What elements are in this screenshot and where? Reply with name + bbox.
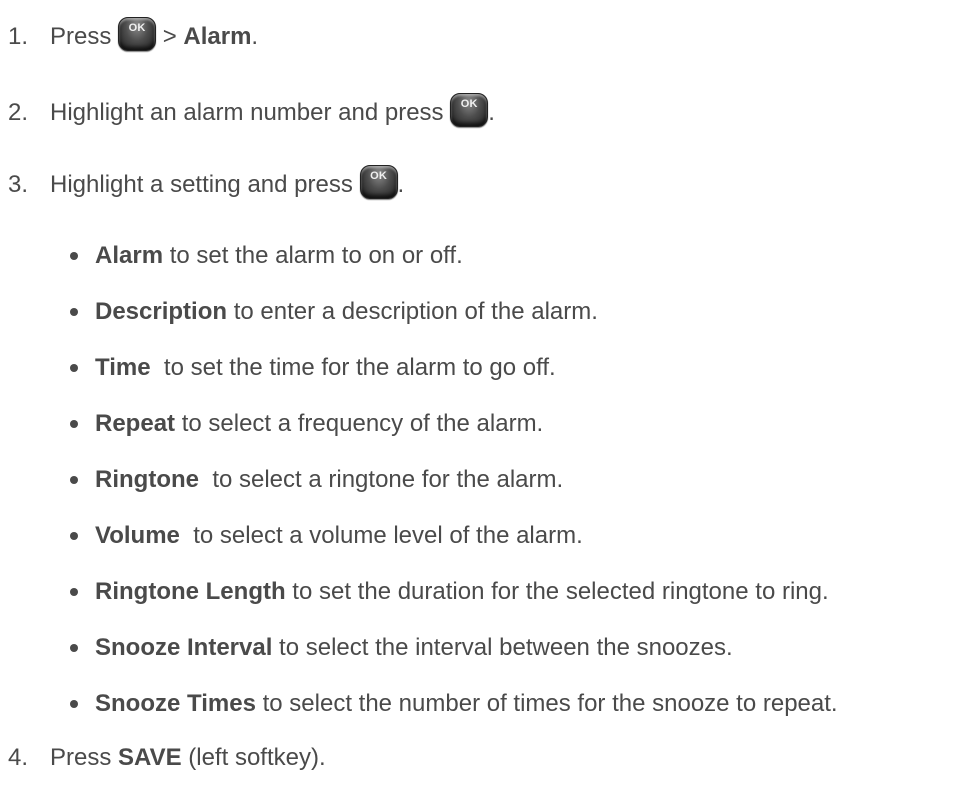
step-text-end: . xyxy=(251,23,259,50)
setting-desc: to select a frequency of the alarm. xyxy=(175,410,544,437)
setting-desc: to select the interval between the snooz… xyxy=(272,634,733,661)
step-text: Press xyxy=(50,744,119,771)
setting-desc: to enter a description of the alarm. xyxy=(227,298,598,325)
setting-term: Snooze Interval xyxy=(95,634,273,661)
setting-term: Volume xyxy=(95,522,180,549)
setting-item-time: Time to set the time for the alarm to go… xyxy=(70,348,556,388)
bullet-icon xyxy=(70,699,78,708)
bullet-icon xyxy=(70,531,78,540)
setting-item-ringtone: Ringtone to select a ringtone for the al… xyxy=(70,460,563,500)
step-text-end: . xyxy=(488,99,495,126)
step-1: 1. Press OK > Alarm. xyxy=(8,17,258,57)
ok-key-icon: OK xyxy=(359,165,398,199)
setting-desc: to select a ringtone for the alarm. xyxy=(198,466,564,493)
setting-term: Snooze Times xyxy=(95,690,256,717)
alarm-instructions: 1. Press OK > Alarm. 2. Highlight an alarm… xyxy=(0,0,974,792)
bullet-icon xyxy=(70,475,78,484)
bullet-icon xyxy=(70,251,78,260)
step-number: 4. xyxy=(8,744,29,771)
step-2: 2. Highlight an alarm number and press OK… xyxy=(8,93,495,133)
setting-desc: to set the alarm to on or off. xyxy=(163,242,463,269)
setting-item-snooze-interval: Snooze Interval to select the interval b… xyxy=(70,628,733,668)
setting-term: Description xyxy=(95,298,228,325)
bullet-icon xyxy=(70,643,78,652)
step-bold-term: Alarm xyxy=(183,23,252,50)
setting-term: Alarm xyxy=(95,242,164,269)
step-text-end: (left softkey). xyxy=(181,744,326,771)
setting-item-snooze-times: Snooze Times to select the number of tim… xyxy=(70,684,838,724)
setting-term: Ringtone xyxy=(95,466,199,493)
step-number: 1. xyxy=(8,23,29,50)
setting-desc: to set the time for the alarm to go off. xyxy=(150,354,556,381)
setting-item-ringtone-length: Ringtone Length to set the duration for … xyxy=(70,572,829,612)
setting-item-volume: Volume to select a volume level of the a… xyxy=(70,516,583,556)
bullet-icon xyxy=(70,363,78,372)
setting-term: Repeat xyxy=(95,410,176,437)
bullet-icon xyxy=(70,587,78,596)
step-number: 3. xyxy=(8,171,29,198)
setting-item-alarm: Alarm to set the alarm to on or off. xyxy=(70,236,463,276)
step-text-end: . xyxy=(397,171,405,198)
bullet-icon xyxy=(70,307,78,316)
step-separator: > xyxy=(156,23,184,50)
step-text: Highlight an alarm number and press xyxy=(50,99,444,126)
setting-desc: to select the number of times for the sn… xyxy=(255,690,838,717)
setting-item-repeat: Repeat to select a frequency of the alar… xyxy=(70,404,543,444)
step-number: 2. xyxy=(8,99,29,126)
bullet-icon xyxy=(70,419,78,428)
setting-desc: to select a volume level of the alarm. xyxy=(179,522,583,549)
setting-desc: to set the duration for the selected rin… xyxy=(285,578,829,605)
setting-item-description: Description to enter a description of th… xyxy=(70,292,598,332)
setting-term: Time xyxy=(95,354,151,381)
step-text: Press xyxy=(50,23,112,50)
step-3: 3. Highlight a setting and press OK. xyxy=(8,165,404,205)
setting-term: Ringtone Length xyxy=(95,578,286,605)
step-text: Highlight a setting and press xyxy=(50,171,353,198)
ok-key-icon: OK xyxy=(450,93,489,127)
step-bold-term: SAVE xyxy=(118,744,182,771)
ok-key-icon: OK xyxy=(118,17,157,51)
step-4: 4. Press SAVE (left softkey). xyxy=(8,738,326,778)
